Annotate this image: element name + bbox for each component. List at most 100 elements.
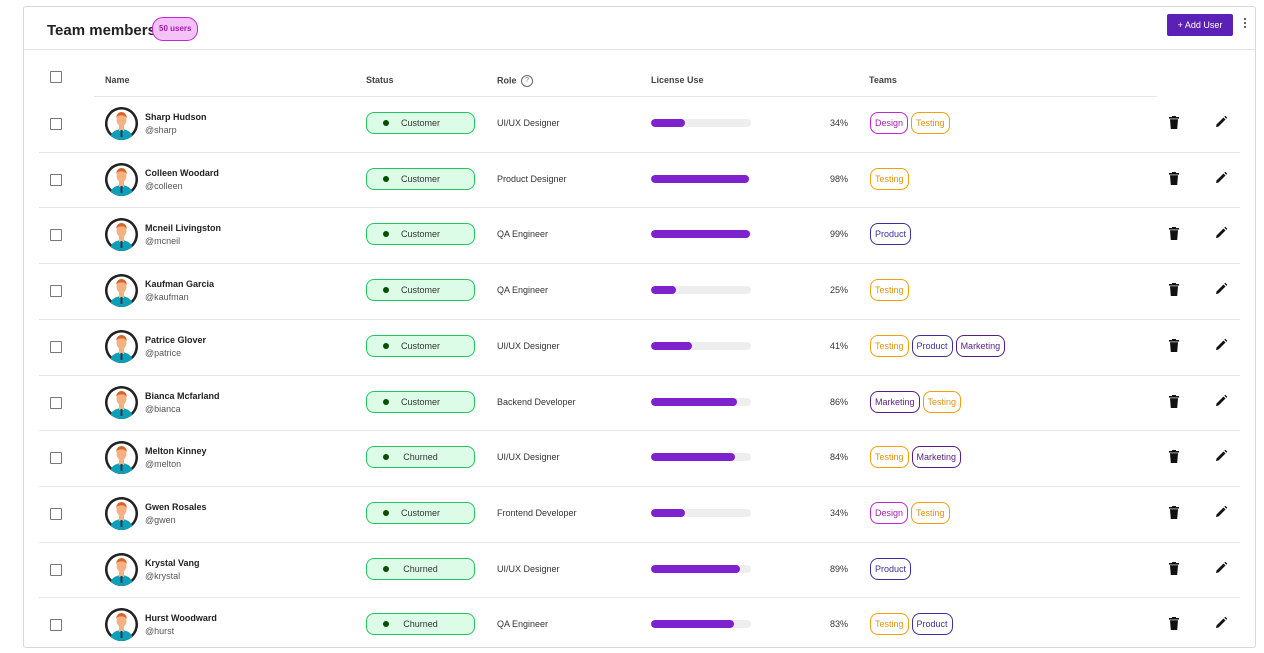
user-name: Patrice Glover — [145, 334, 207, 345]
delete-icon[interactable] — [1169, 116, 1179, 129]
team-tags: Design Testing — [870, 501, 950, 524]
status-dot-icon — [383, 120, 389, 126]
column-header-role-label: Role — [497, 75, 517, 86]
edit-icon[interactable] — [1214, 226, 1228, 240]
help-icon[interactable]: ? — [521, 75, 534, 87]
delete-icon[interactable] — [1169, 338, 1179, 352]
edit-icon[interactable] — [1214, 505, 1228, 519]
status-dot-icon — [383, 342, 389, 349]
table-row: Krystal Vang @krystal Churned UI/UX Desi… — [24, 542, 1255, 598]
team-tag: Testing — [911, 112, 950, 134]
table-row: Gwen Rosales @gwen Customer Frontend Dev… — [24, 486, 1255, 542]
avatar — [105, 274, 138, 308]
license-usage-percent: 84% — [830, 452, 849, 463]
license-usage-fill — [651, 341, 692, 350]
delete-icon[interactable] — [1169, 505, 1179, 519]
avatar — [105, 496, 138, 530]
team-tags: Marketing Testing — [870, 390, 962, 413]
delete-icon[interactable] — [1169, 450, 1179, 464]
edit-icon[interactable] — [1214, 616, 1228, 630]
avatar — [105, 552, 138, 586]
delete-icon[interactable] — [1169, 617, 1179, 631]
license-usage-percent: 86% — [830, 396, 849, 407]
license-usage-percent: 99% — [830, 229, 849, 240]
license-usage-percent: 83% — [830, 619, 849, 630]
license-usage-fill — [651, 397, 737, 406]
user-count-badge: 50 users — [152, 17, 199, 41]
row-checkbox[interactable] — [50, 396, 62, 409]
license-usage-fill — [651, 230, 750, 239]
license-usage-bar — [651, 508, 751, 517]
team-tags: Testing Marketing — [870, 446, 962, 469]
column-header-license-use[interactable]: License Use — [651, 75, 704, 85]
row-checkbox[interactable] — [50, 118, 62, 130]
team-tags: Testing — [870, 167, 909, 190]
team-tags: Testing — [870, 279, 909, 302]
user-role: UI/UX Designer — [497, 563, 560, 574]
status-label: Customer — [400, 507, 440, 518]
row-checkbox[interactable] — [50, 285, 62, 298]
column-header-name[interactable]: Name — [105, 75, 130, 85]
edit-icon[interactable] — [1214, 171, 1228, 185]
team-tag: Marketing — [870, 390, 920, 413]
license-usage-bar — [651, 341, 751, 350]
avatar — [105, 329, 138, 363]
row-checkbox[interactable] — [50, 563, 62, 576]
row-checkbox[interactable] — [50, 229, 62, 242]
user-name: Sharp Hudson — [145, 112, 207, 122]
user-handle: @patrice — [145, 347, 182, 358]
user-role: QA Engineer — [497, 229, 549, 240]
user-name: Bianca Mcfarland — [145, 390, 220, 401]
team-tags: Design Testing — [870, 112, 950, 134]
edit-icon[interactable] — [1214, 394, 1228, 408]
team-tag: Testing — [870, 279, 909, 302]
row-divider — [39, 207, 1240, 209]
row-checkbox[interactable] — [50, 507, 62, 520]
status-label: Churned — [403, 563, 438, 574]
select-all-checkbox[interactable] — [50, 71, 62, 83]
row-divider — [39, 374, 1240, 376]
column-header-status[interactable]: Status — [366, 75, 394, 85]
status-label: Customer — [400, 396, 440, 407]
row-divider — [39, 263, 1240, 265]
user-role: QA Engineer — [497, 285, 549, 296]
avatar — [105, 608, 138, 642]
row-checkbox[interactable] — [50, 173, 62, 186]
delete-icon[interactable] — [1169, 561, 1179, 575]
column-header-role[interactable]: Role ? — [497, 75, 534, 87]
status-dot-icon — [383, 231, 389, 238]
user-handle: @melton — [145, 459, 182, 470]
more-options-icon[interactable] — [1241, 18, 1249, 34]
edit-icon[interactable] — [1214, 338, 1228, 352]
status-dot-icon — [383, 454, 389, 461]
team-tag: Marketing — [955, 334, 1006, 357]
status-label: Customer — [400, 173, 440, 184]
delete-icon[interactable] — [1169, 171, 1179, 185]
row-checkbox[interactable] — [50, 452, 62, 465]
team-tag: Testing — [870, 613, 909, 636]
license-usage-fill — [651, 508, 685, 517]
row-divider — [39, 318, 1240, 320]
status-label: Customer — [400, 229, 440, 240]
table-row: Kaufman Garcia @kaufman Customer QA Engi… — [24, 263, 1255, 319]
edit-icon[interactable] — [1214, 282, 1228, 296]
team-tag: Product — [870, 223, 912, 246]
user-handle: @gwen — [145, 514, 176, 525]
delete-icon[interactable] — [1169, 394, 1179, 408]
status-badge: Customer — [366, 501, 475, 524]
edit-icon[interactable] — [1214, 449, 1228, 463]
user-name: Krystal Vang — [145, 557, 200, 568]
delete-icon[interactable] — [1169, 283, 1179, 297]
column-header-teams[interactable]: Teams — [869, 75, 897, 85]
status-badge: Customer — [366, 223, 475, 246]
table-row: Mcneil Livingston @mcneil Customer QA En… — [24, 207, 1255, 263]
row-checkbox[interactable] — [50, 340, 62, 353]
delete-icon[interactable] — [1169, 227, 1179, 241]
status-badge: Churned — [366, 446, 475, 469]
edit-icon[interactable] — [1214, 115, 1228, 129]
row-checkbox[interactable] — [50, 619, 62, 632]
edit-icon[interactable] — [1214, 561, 1228, 575]
add-user-button[interactable]: + Add User — [1167, 14, 1233, 36]
row-divider — [39, 151, 1240, 153]
status-badge: Customer — [366, 112, 475, 134]
